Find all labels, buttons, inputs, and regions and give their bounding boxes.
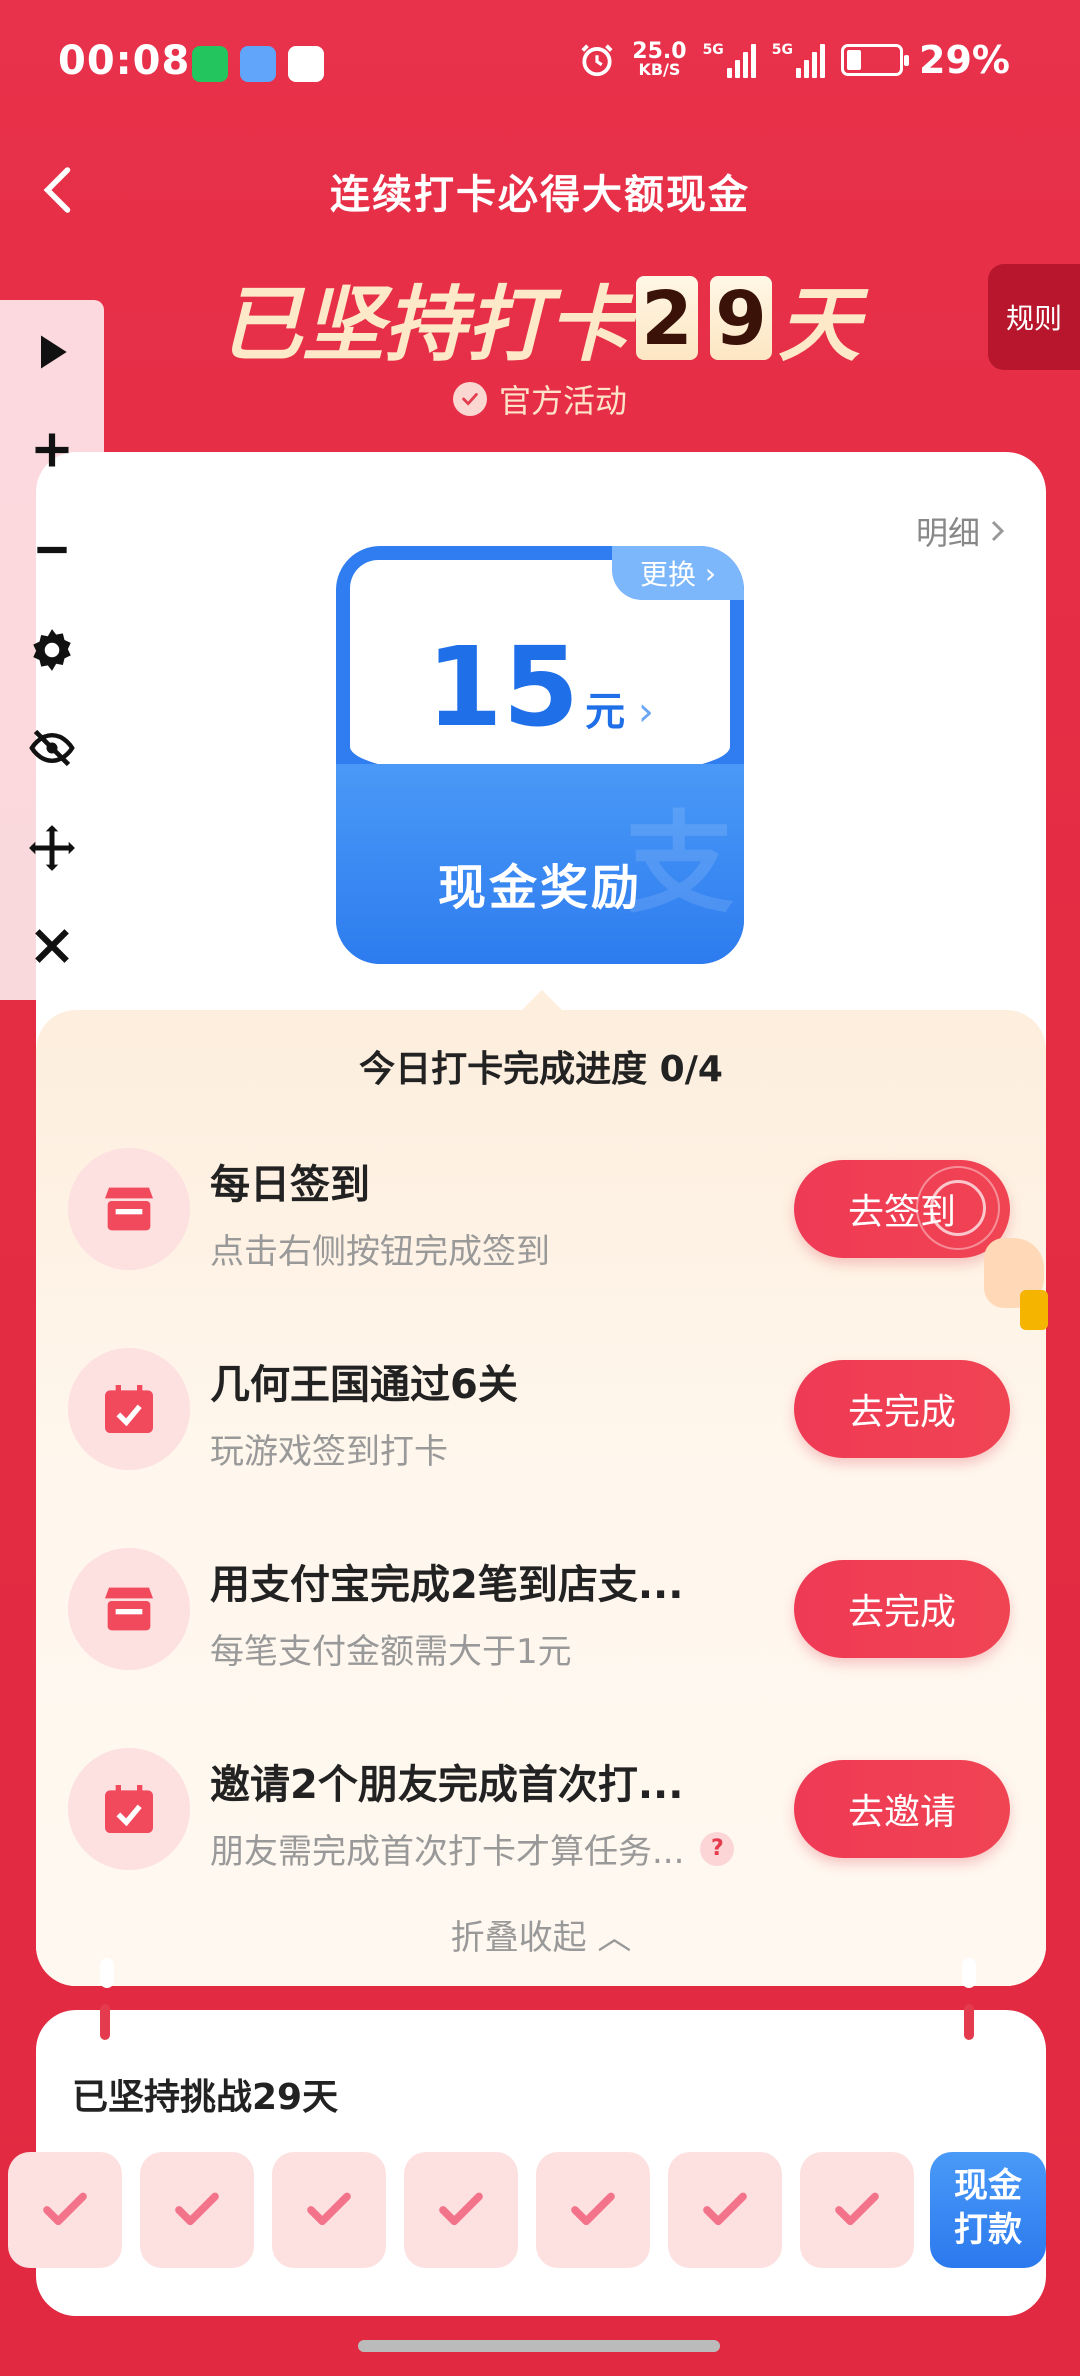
binder-ring [964, 2004, 974, 2040]
task-title: 用支付宝完成2笔到店支... [210, 1562, 684, 1608]
reward-label: 现金奖励 [437, 860, 642, 916]
browser-icon [288, 46, 324, 82]
check-icon [43, 2192, 87, 2226]
reward-amount-unit: 元 [585, 689, 626, 735]
move-icon[interactable] [20, 816, 84, 880]
minus-icon[interactable] [20, 518, 84, 582]
reward-amount-value: 15 [426, 623, 580, 751]
complete-task-button[interactable]: 去完成 [794, 1360, 1010, 1458]
status-bar: 00:08 25.0 KB/S 5G 5G 29% [0, 0, 1080, 120]
panel-pointer [520, 990, 564, 1012]
check-icon [439, 2192, 483, 2226]
invite-button[interactable]: 去邀请 [794, 1760, 1010, 1858]
home-indicator[interactable] [358, 2340, 720, 2352]
hand-cuff [1020, 1290, 1048, 1330]
tap-ripple-inner [930, 1180, 986, 1236]
progress-text: 今日打卡完成进度 0/4 [359, 1049, 723, 1090]
calendar-check-icon [68, 1348, 190, 1470]
task-subtitle: 朋友需完成首次打卡才算任务... ? [210, 1824, 735, 1873]
binder-ring [962, 1958, 976, 1988]
hero-digit-2: 9 [710, 275, 772, 362]
detail-label: 明细 [915, 514, 980, 552]
binder-ring [100, 2004, 110, 2040]
eye-off-icon[interactable] [20, 716, 84, 780]
calendar-check-icon [68, 1748, 190, 1870]
payout-line-1: 现金 [954, 2166, 1022, 2206]
status-time: 00:08 [58, 38, 191, 84]
alarm-icon [581, 44, 613, 77]
chevron-up-icon: ︿ [597, 1918, 632, 1958]
payout-line-2: 打款 [954, 2210, 1022, 2250]
chevron-right-icon: › [695, 556, 717, 590]
reward-amount[interactable]: 15 元 › [336, 632, 744, 742]
official-label: 官方活动 [498, 382, 627, 420]
task-subtitle: 点击右侧按钮完成签到 [210, 1232, 550, 1272]
check-icon [452, 382, 487, 416]
collapse-button[interactable]: 折叠收起 ︿ [36, 1910, 1046, 1959]
net-speed: 25.0 KB/S [632, 39, 687, 79]
battery-percent: 29% [919, 38, 1010, 82]
swap-label: 更换 [639, 558, 696, 591]
detail-link[interactable]: 明细 [916, 508, 1010, 554]
streak-day-check [536, 2152, 650, 2268]
reward-card[interactable]: 支 15 元 › 现金奖励 更换 › [336, 546, 744, 964]
task-title: 每日签到 [210, 1162, 370, 1208]
streak-title: 已坚持挑战29天 [72, 2077, 339, 2118]
chevron-right-icon [991, 520, 1005, 542]
check-icon [703, 2192, 747, 2226]
cash-payout-badge[interactable]: 现金 打款 [930, 2152, 1046, 2268]
swap-reward-button[interactable]: 更换 › [612, 546, 744, 600]
streak-day-check [272, 2152, 386, 2268]
weather-icon [240, 46, 276, 82]
bottom-safe-area [0, 2330, 1080, 2376]
binder-ring [100, 1958, 114, 1988]
signal-icon-2: 5G [772, 42, 826, 78]
check-icon [307, 2192, 351, 2226]
gear-icon[interactable] [20, 618, 84, 682]
battery-icon [841, 44, 910, 76]
chevron-right-icon: › [625, 689, 654, 735]
plus-icon[interactable] [20, 418, 84, 482]
official-badge: 官方活动 [0, 376, 1080, 422]
rules-button[interactable]: 规则 [988, 264, 1080, 370]
streak-day-check [668, 2152, 782, 2268]
task-title: 邀请2个朋友完成首次打... [210, 1762, 684, 1808]
hero-suffix: 天 [778, 278, 860, 373]
collapse-label: 折叠收起 [450, 1918, 587, 1958]
task-subtitle: 每笔支付金额需大于1元 [210, 1632, 572, 1672]
help-icon[interactable]: ? [700, 1831, 735, 1866]
app-notification-icon [192, 46, 228, 82]
streak-day-check [8, 2152, 122, 2268]
check-icon [835, 2192, 879, 2226]
streak-day-check [140, 2152, 254, 2268]
hero-prefix: 已坚持打卡 [220, 278, 630, 373]
streak-headline: 已坚持打卡 2 9 天 [0, 258, 1080, 377]
check-icon [571, 2192, 615, 2226]
page-title: 连续打卡必得大额现金 [330, 172, 750, 218]
check-icon [175, 2192, 219, 2226]
signal-icon: 5G [703, 42, 756, 78]
task-title: 几何王国通过6关 [210, 1362, 518, 1408]
complete-task-button[interactable]: 去完成 [794, 1560, 1010, 1658]
hero-digit-1: 2 [636, 275, 698, 362]
task-subtitle: 玩游戏签到打卡 [210, 1432, 448, 1472]
status-right: 25.0 KB/S 5G 5G 29% [578, 38, 1010, 82]
play-icon[interactable] [20, 320, 84, 384]
store-icon [68, 1148, 190, 1270]
streak-day-check [800, 2152, 914, 2268]
store-icon [68, 1548, 190, 1670]
streak-day-check [404, 2152, 518, 2268]
close-icon[interactable] [20, 914, 84, 978]
